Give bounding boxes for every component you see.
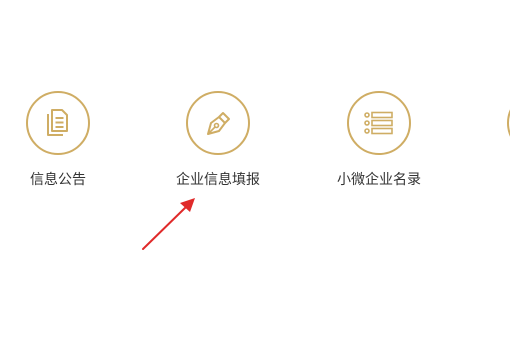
pen-nib-icon <box>207 112 230 135</box>
enterprise-info-filing-icon-circle[interactable] <box>186 91 250 155</box>
service-nav-screen: 信息公告 企业信息填报 小微企业名录 <box>0 0 510 340</box>
nav-item-label: 小微企业名录 <box>337 172 421 188</box>
annotation-arrow-shaft <box>142 205 188 250</box>
nav-item-label: 信息公告 <box>30 172 86 188</box>
info-announcement-icon-circle[interactable] <box>26 91 90 155</box>
nav-item-label: 企业信息填报 <box>176 172 260 188</box>
annotation-arrow-head <box>180 198 195 212</box>
list-icon <box>364 111 393 135</box>
document-icon <box>47 109 68 136</box>
nav-item-small-micro-enterprise-directory[interactable]: 小微企业名录 <box>314 91 444 188</box>
nav-item-info-announcement[interactable]: 信息公告 <box>0 91 123 188</box>
nav-item-enterprise-info-filing[interactable]: 企业信息填报 <box>153 91 283 188</box>
small-micro-enterprise-directory-icon-circle[interactable] <box>347 91 411 155</box>
nav-item-partially-visible[interactable] <box>474 91 510 172</box>
